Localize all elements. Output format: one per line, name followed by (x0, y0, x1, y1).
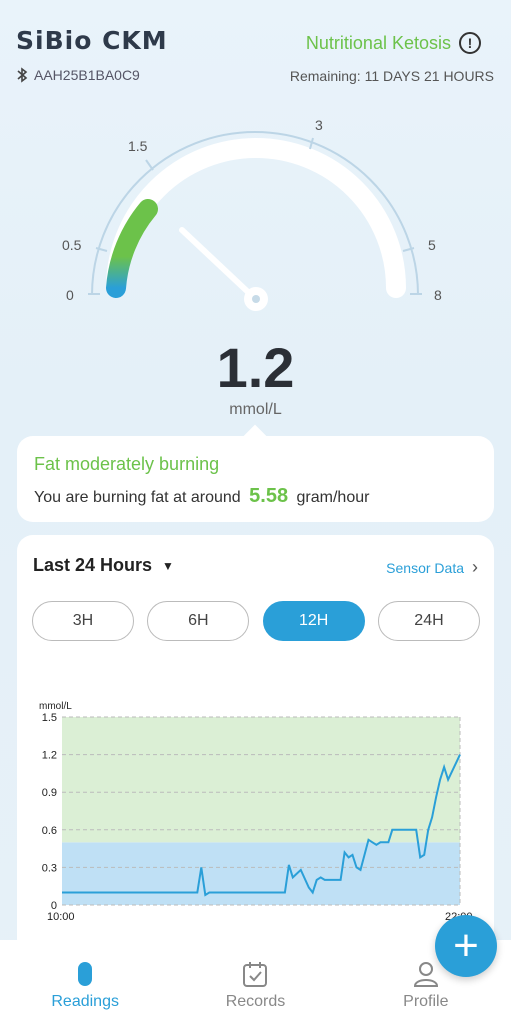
range-pill-12h[interactable]: 12H (262, 601, 365, 641)
caret-down-icon: ▼ (162, 558, 174, 573)
sensor-data-link[interactable]: Sensor Data › (386, 557, 478, 578)
y-tick-label: 1.2 (42, 750, 57, 762)
nav-readings-label: Readings (51, 993, 119, 1010)
chart-svg: mmol/L 1.51.20.90.60.30 10:00 22:00 (39, 701, 473, 923)
history-card: Last 24 Hours ▼ Sensor Data › 3H 6H 12H … (17, 535, 494, 955)
plus-icon: + (453, 921, 479, 970)
range-dropdown[interactable]: Last 24 Hours ▼ (33, 555, 174, 576)
add-button[interactable]: + (435, 915, 497, 977)
range-pill-6h[interactable]: 6H (147, 601, 250, 641)
gauge-tick-label-0: 0 (66, 287, 74, 303)
y-tick-label: 1.5 (42, 712, 57, 724)
current-reading: 1.2 mmol/L (0, 335, 511, 419)
reading-unit: mmol/L (229, 401, 282, 418)
y-tick-label: 0.3 (42, 862, 57, 874)
gauge-needle (179, 227, 251, 295)
remaining-time: Remaining: 11 DAYS 21 HOURS (289, 68, 494, 84)
chart-band-1 (62, 717, 460, 843)
ketone-chart: mmol/L 1.51.20.90.60.30 10:00 22:00 (17, 695, 494, 925)
tick-1.5 (145, 159, 154, 171)
fat-burning-text: You are burning fat at around 5.58 gram/… (34, 485, 477, 508)
device-id-text: AAH25B1BA0C9 (34, 67, 140, 83)
fat-text-after: gram/hour (296, 489, 370, 506)
range-pill-24h[interactable]: 24H (377, 601, 480, 641)
nav-readings[interactable]: Readings (0, 940, 170, 1024)
bluetooth-icon (17, 67, 28, 83)
x-tick-start: 10:00 (47, 911, 75, 923)
app-brand: SiBio CKM (16, 26, 168, 55)
fat-burning-rate: 5.58 (249, 485, 289, 507)
readings-icon (78, 962, 93, 986)
profile-icon (413, 962, 438, 987)
range-pill-3h[interactable]: 3H (32, 601, 134, 641)
gauge-tick-label-5: 5 (428, 237, 436, 253)
bottom-nav: Readings Records Profile (0, 940, 511, 1024)
gauge-track (106, 138, 406, 298)
nav-records-label: Records (225, 993, 286, 1010)
y-tick-label: 0.9 (42, 787, 57, 799)
fat-burning-card: Fat moderately burning You are burning f… (17, 436, 494, 522)
device-id: AAH25B1BA0C9 (16, 67, 140, 83)
sensor-data-label: Sensor Data (386, 559, 464, 576)
info-icon[interactable]: ! (459, 32, 481, 54)
nav-records[interactable]: Records (170, 940, 340, 1024)
gauge-tick-label-1.5: 1.5 (128, 138, 148, 154)
chart-y-unit: mmol/L (39, 701, 72, 712)
nav-profile-label: Profile (403, 993, 449, 1010)
calendar-icon (243, 962, 268, 987)
chart-band-0 (62, 842, 460, 905)
gauge-tick-label-3: 3 (315, 117, 323, 133)
reading-value: 1.2 (216, 336, 295, 399)
gauge-hub-dot (252, 295, 260, 303)
ketosis-status[interactable]: Nutritional Ketosis ! (306, 32, 481, 54)
gauge-tick-label-0.5: 0.5 (62, 237, 82, 253)
range-selector: 3H 6H 12H 24H (32, 601, 480, 641)
fat-burning-title: Fat moderately burning (34, 454, 220, 474)
y-tick-label: 0.6 (42, 825, 57, 837)
ketosis-status-label: Nutritional Ketosis (305, 32, 451, 53)
header: SiBio CKM AAH25B1BA0C9 Nutritional Ketos… (0, 0, 511, 100)
fat-text-before: You are burning fat at around (34, 489, 241, 506)
gauge-progress (106, 199, 158, 298)
gauge-tick-label-8: 8 (434, 287, 442, 303)
range-dropdown-label: Last 24 Hours (33, 555, 153, 575)
chevron-right-icon: › (472, 557, 478, 577)
